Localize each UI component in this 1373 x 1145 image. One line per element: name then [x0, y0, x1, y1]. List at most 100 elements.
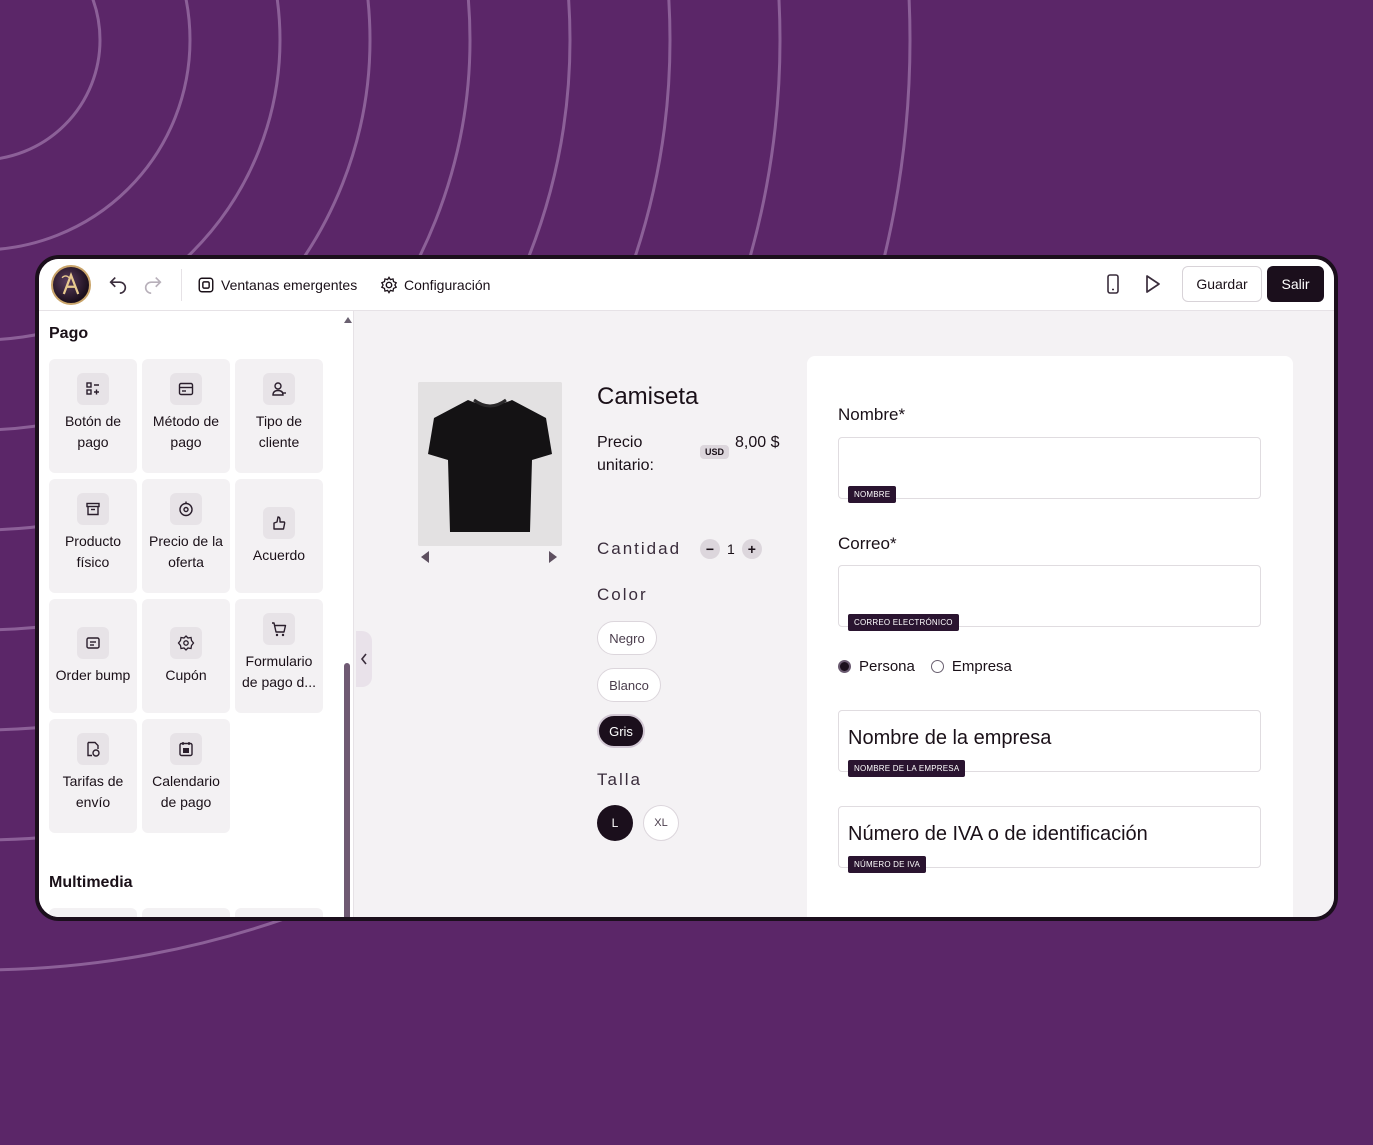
color-label: Color	[597, 585, 648, 604]
card-icon	[170, 373, 202, 405]
size-option-l[interactable]: L	[597, 805, 633, 841]
minus-icon[interactable]: −	[700, 539, 720, 559]
tile-label: Botón de pago	[64, 413, 122, 450]
editor-canvas: Camiseta Precio unitario: USD 8,00 $ Can…	[354, 311, 1334, 917]
nombre-label: Nombre*	[838, 405, 906, 424]
ventanas-label: Ventanas emergentes	[221, 277, 358, 293]
component-acuerdo[interactable]: Acuerdo	[235, 479, 323, 593]
component-precio-de-la-oferta[interactable]: Precio de la oferta	[142, 479, 230, 593]
section-title-pago: Pago	[49, 325, 89, 342]
editor-window: Ventanas emergentes Configuración Guarda…	[35, 255, 1338, 921]
play-preview-icon[interactable]	[1141, 273, 1163, 295]
toolbar-divider	[181, 269, 182, 301]
tile-label: Tipo de cliente	[255, 413, 303, 450]
tile-label: Calendario de pago	[152, 773, 220, 810]
box-icon	[77, 493, 109, 525]
size-option-xl[interactable]: XL	[643, 805, 679, 841]
tile-label: Formulario de pago d...	[242, 653, 316, 690]
coupon-icon	[170, 626, 202, 659]
section-title-multimedia: Multimedia	[49, 874, 133, 891]
empresa-tag: NOMBRE DE LA EMPRESA	[848, 760, 966, 777]
customer-type-radio-group: Persona Empresa	[838, 658, 1012, 675]
popup-icon	[198, 277, 214, 293]
exit-button[interactable]: Salir	[1267, 266, 1324, 302]
multimedia-tile[interactable]	[235, 908, 323, 917]
image-next-arrow-icon[interactable]	[549, 551, 557, 563]
empresa-input-text: Nombre de la empresa	[848, 727, 1052, 749]
top-toolbar: Ventanas emergentes Configuración Guarda…	[39, 259, 1334, 311]
iva-input[interactable]: Número de IVA o de identificación NÚMERO…	[838, 806, 1261, 873]
plus-icon[interactable]: +	[741, 539, 762, 559]
component-formulario-de-pago[interactable]: Formulario de pago d...	[235, 599, 323, 713]
tile-label: Cupón	[165, 666, 207, 683]
user-icon	[263, 373, 295, 405]
color-option-gris[interactable]: Gris	[597, 714, 645, 748]
component-producto-fisico[interactable]: Producto físico	[49, 479, 137, 593]
image-prev-arrow-icon[interactable]	[421, 551, 429, 563]
component-order-bump[interactable]: Order bump	[49, 599, 137, 713]
collapse-sidebar-handle[interactable]	[356, 631, 372, 687]
component-tarifas-de-envio[interactable]: Tarifas de envío	[49, 719, 137, 833]
mobile-preview-icon[interactable]	[1102, 273, 1124, 295]
tile-label: Tarifas de envío	[62, 773, 124, 810]
components-sidebar: Pago Botón de pago Método de pago Tipo d…	[39, 311, 354, 917]
quantity-value: 1	[727, 541, 735, 557]
cart-icon	[263, 613, 295, 645]
component-calendario-de-pago[interactable]: Calendario de pago	[142, 719, 230, 833]
nombre-tag: NOMBRE	[848, 486, 897, 503]
tshirt-icon	[418, 382, 562, 546]
brand-logo[interactable]	[51, 265, 91, 305]
tile-label: Precio de la oferta	[149, 533, 223, 570]
correo-input[interactable]: CORREO ELECTRÓNICO	[838, 565, 1261, 631]
empresa-input[interactable]: Nombre de la empresa NOMBRE DE LA EMPRES…	[838, 710, 1261, 777]
payment-button-icon	[77, 373, 109, 405]
configuracion-button[interactable]: Configuración	[380, 273, 490, 297]
pago-components-grid: Botón de pago Método de pago Tipo de cli…	[49, 359, 323, 833]
multimedia-tile[interactable]	[49, 908, 137, 917]
checkout-form: Nombre* NOMBRE Correo* CORREO ELECTRÓNIC…	[807, 356, 1293, 917]
product-image	[418, 382, 562, 546]
radio-persona[interactable]	[838, 660, 851, 673]
shipping-icon	[77, 733, 109, 765]
chevron-left-icon	[360, 653, 367, 665]
logo-mark-icon	[61, 271, 80, 295]
component-tipo-de-cliente[interactable]: Tipo de cliente	[235, 359, 323, 473]
gear-icon	[380, 276, 398, 294]
component-cupon[interactable]: Cupón	[142, 599, 230, 713]
product-title: Camiseta	[597, 383, 699, 410]
component-boton-de-pago[interactable]: Botón de pago	[49, 359, 137, 473]
tile-label: Order bump	[55, 666, 131, 683]
quantity-stepper: − 1 +	[700, 539, 762, 559]
ventanas-emergentes-button[interactable]: Ventanas emergentes	[197, 273, 357, 297]
tile-label: Método de pago	[152, 413, 220, 450]
price-tag-icon	[170, 493, 202, 525]
order-bump-icon	[77, 626, 109, 659]
correo-tag: CORREO ELECTRÓNICO	[848, 614, 959, 631]
tile-label: Producto físico	[64, 533, 122, 570]
color-option-blanco[interactable]: Blanco	[597, 668, 661, 702]
iva-tag: NÚMERO DE IVA	[848, 856, 927, 873]
redo-icon[interactable]	[142, 273, 164, 295]
undo-icon[interactable]	[107, 273, 129, 295]
agreement-icon	[263, 506, 295, 539]
iva-input-text: Número de IVA o de identificación	[848, 823, 1148, 845]
nombre-input[interactable]: NOMBRE	[838, 437, 1261, 503]
sidebar-scrollbar-thumb[interactable]	[344, 663, 350, 917]
calendar-icon	[170, 733, 202, 765]
color-option-negro[interactable]: Negro	[597, 621, 657, 655]
currency-badge: USD	[700, 445, 730, 459]
quantity-label: Cantidad	[597, 539, 682, 558]
unit-price-label: Precio unitario:	[597, 434, 654, 474]
multimedia-tile[interactable]	[142, 908, 230, 917]
save-button[interactable]: Guardar	[1182, 266, 1262, 302]
scroll-up-arrow-icon[interactable]	[344, 317, 352, 323]
multimedia-tiles-peek	[49, 908, 323, 917]
tile-label: Acuerdo	[252, 546, 306, 563]
config-label: Configuración	[404, 277, 491, 293]
correo-label: Correo*	[838, 534, 897, 553]
unit-price-value: 8,00 $	[735, 434, 780, 451]
component-metodo-de-pago[interactable]: Método de pago	[142, 359, 230, 473]
size-label: Talla	[597, 770, 642, 789]
radio-persona-label: Persona	[859, 658, 915, 675]
radio-empresa[interactable]	[930, 660, 944, 673]
